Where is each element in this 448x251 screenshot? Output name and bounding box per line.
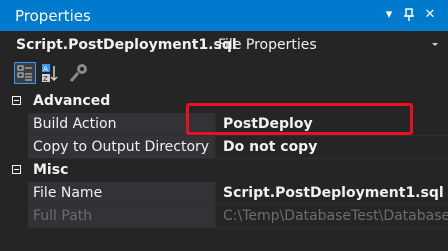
properties-toolbar: A Z [0,59,448,89]
row-gutter [0,136,28,159]
collapse-icon[interactable] [12,96,21,105]
pin-icon[interactable] [400,6,418,24]
property-value: C:\Temp\DatabaseTest\Database [223,208,448,224]
object-type: File Properties [218,37,317,53]
property-value: Script.PostDeployment1.sql [223,185,444,201]
object-selector[interactable]: Script.PostDeployment1.sql File Properti… [0,31,448,60]
collapse-icon[interactable] [12,165,21,174]
svg-text:Z: Z [43,75,48,83]
properties-window: Properties ▾ ✕ Script.PostDeployment1.sq… [0,0,448,251]
row-gutter [0,182,28,205]
property-name-cell[interactable]: Build Action [28,113,214,136]
category-label: Misc [33,162,69,178]
property-row-full-path[interactable]: Full Path C:\Temp\DatabaseTest\Database [0,205,448,228]
category-misc[interactable]: Misc [0,159,448,182]
property-name: Build Action [33,116,117,132]
title-bar: Properties ▾ ✕ [0,0,448,31]
property-row-copy-to-output[interactable]: Copy to Output Directory Do not copy [0,136,448,159]
property-value: PostDeploy [223,116,313,132]
object-name: Script.PostDeployment1.sql [16,37,237,53]
property-name: Copy to Output Directory [33,139,210,155]
property-value-cell[interactable]: PostDeploy [216,113,448,136]
property-name: Full Path [33,208,93,224]
window-title: Properties [15,7,91,25]
property-value-cell[interactable]: Script.PostDeployment1.sql [216,182,448,205]
property-name-cell[interactable]: Full Path [28,205,214,228]
property-row-build-action[interactable]: Build Action PostDeploy [0,113,448,136]
property-name: File Name [33,185,103,201]
row-gutter [0,113,28,136]
property-name-cell[interactable]: File Name [28,182,214,205]
category-advanced[interactable]: Advanced [0,90,448,113]
property-pages-icon[interactable] [68,62,90,84]
property-value-cell[interactable]: C:\Temp\DatabaseTest\Database [216,205,448,228]
row-gutter [0,205,28,228]
grid-empty-area [0,229,448,251]
alphabetical-icon[interactable]: A Z [40,62,62,84]
close-icon[interactable]: ✕ [421,6,439,24]
categorized-icon[interactable] [14,62,36,84]
object-selector-dropdown-icon[interactable] [432,43,438,46]
category-label: Advanced [33,93,111,109]
chevron-down-icon[interactable]: ▾ [380,6,398,24]
property-value-cell[interactable]: Do not copy [216,136,448,159]
property-name-cell[interactable]: Copy to Output Directory [28,136,214,159]
property-row-file-name[interactable]: File Name Script.PostDeployment1.sql [0,182,448,205]
property-value: Do not copy [223,139,318,155]
svg-text:A: A [43,65,48,73]
